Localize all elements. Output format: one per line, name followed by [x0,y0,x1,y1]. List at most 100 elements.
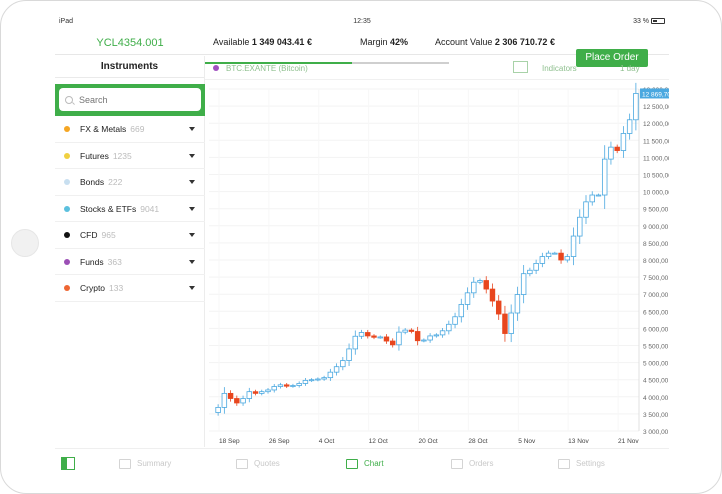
account-id[interactable]: YCL4354.001 [55,37,205,49]
x-tick-label: 13 Nov [568,438,589,445]
arrows-updown-icon [451,458,463,469]
candle-body [227,392,234,399]
battery-icon [651,18,665,25]
tab-label: Summary [137,459,172,468]
exit-icon[interactable] [61,457,75,470]
candle-body [477,280,483,283]
y-tick-label: 9 500,00 [643,207,669,214]
x-tick-label: 28 Oct [468,438,487,445]
y-tick-label: 8 500,00 [643,241,669,248]
candle-body [340,360,346,368]
category-name: Funds [80,256,104,267]
tab-label: Quotes [254,459,280,468]
search-input[interactable] [59,88,201,111]
candle-body [589,194,595,203]
candle-body [508,312,514,334]
candle-body [259,391,265,394]
category-count: 363 [107,256,122,267]
category-count: 9041 [140,203,160,214]
candle-body [315,378,321,381]
chevron-down-icon [189,286,195,290]
home-button[interactable] [11,229,39,257]
category-list: FX & Metals 669 Futures 1235 Bonds 222 Stoc… [55,116,205,302]
x-tick-label: 4 Oct [319,438,335,445]
category-cfd[interactable]: CFD 965 [55,222,205,249]
candle-body [358,332,365,337]
category-count: 222 [108,177,123,187]
instruments-sidebar: Instruments FX & Metals669 Futures1235 [55,56,205,447]
candle-body [539,256,546,264]
chevron-down-icon [189,180,195,184]
candle-body [608,146,614,160]
tab-orders[interactable]: Orders [451,449,493,481]
app-screen: iPad 12:35 33 % YCL4354.001 Available 1 … [55,15,669,481]
period-selector[interactable]: 1 day [620,64,640,73]
account-bar: YCL4354.001 Available 1 349 043.41 € Mar… [55,31,669,67]
gear-icon [558,458,570,469]
category-crypto[interactable]: Crypto 133 [55,275,205,302]
y-tick-label: 3 500,00 [643,412,669,419]
candle-body [377,336,383,339]
tab-chart[interactable]: Chart [346,449,384,481]
candle-body [271,386,277,391]
candle-body [471,281,477,294]
status-time: 12:35 [353,18,371,25]
candle-body [495,300,502,315]
candle-body [527,269,533,275]
category-name: Futures [80,150,109,161]
candle-body [308,379,315,382]
candle-body [327,371,334,379]
tab-summary[interactable]: Summary [119,449,171,481]
candle-body [396,331,402,346]
x-tick-label: 26 Sep [269,438,290,445]
category-bonds[interactable]: Bonds 222 [55,169,205,196]
candle-body [595,194,602,197]
candle-body [564,256,571,261]
candle-body [558,252,564,261]
tab-settings[interactable]: Settings [558,449,605,481]
account-value: Account Value 2 306 710.72 € [435,37,555,47]
candle-body [365,332,371,337]
category-stocks-etfs[interactable]: Stocks & ETFs 9041 [55,196,205,222]
sidebar-title: Instruments [55,56,204,78]
category-futures[interactable]: Futures 1235 [55,143,205,169]
candle-body [633,93,639,121]
candlestick-chart[interactable]: 13 000,0012 500,0012 000,0011 500,0011 0… [205,81,669,447]
candle-body [464,292,471,305]
category-color-dot [64,285,70,291]
candle-body [514,294,521,314]
indicators-icon[interactable] [513,61,528,73]
ipad-frame: iPad 12:35 33 % YCL4354.001 Available 1 … [0,0,722,494]
x-tick-label: 20 Oct [419,438,438,445]
briefcase-icon [119,458,131,469]
tab-label: Chart [364,459,384,468]
category-name: Stocks & ETFs [80,203,137,214]
account-value-label: Account Value [435,37,493,47]
x-tick-label: 21 Nov [618,438,639,445]
tab-quotes[interactable]: Quotes [236,449,280,481]
candle-body [290,385,296,387]
candle-body [570,235,577,257]
candle-body [421,339,427,342]
margin-info: Margin 42% [360,37,408,47]
y-tick-label: 4 000,00 [643,395,669,402]
x-tick-label: 12 Oct [369,438,388,445]
candle-body [489,288,496,302]
category-fx-metals[interactable]: FX & Metals 669 [55,116,205,143]
y-tick-label: 12 000,00 [643,121,669,128]
status-bar: iPad 12:35 33 % [55,15,669,31]
category-count: 1235 [112,150,132,161]
symbol-name[interactable]: BTC.EXANTE (Bitcoin) [226,64,308,73]
candle-body [408,329,415,332]
y-tick-label: 10 500,00 [643,173,669,180]
category-funds[interactable]: Funds 363 [55,249,205,275]
price-chart[interactable]: 13 000,0012 500,0012 000,0011 500,0011 0… [205,81,669,447]
candle-body [346,348,352,361]
margin-value: 42% [390,37,409,47]
category-name: FX & Metals [80,124,127,134]
category-color-dot [64,179,70,185]
indicators-button[interactable]: Indicators [542,64,577,73]
candle-body [389,340,396,346]
candle-body [302,379,309,384]
y-tick-label: 7 000,00 [643,292,669,299]
